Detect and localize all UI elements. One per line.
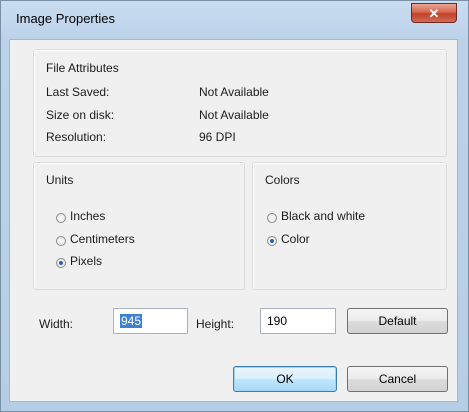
last-saved-label: Last Saved:: [46, 85, 110, 99]
units-heading: Units: [46, 173, 74, 187]
width-input[interactable]: 945: [113, 308, 188, 334]
title-bar[interactable]: Image Properties ✕: [1, 1, 468, 39]
file-attributes-group: File Attributes Last Saved: Not Availabl…: [33, 49, 447, 157]
size-on-disk-label: Size on disk:: [46, 108, 115, 122]
color-radio[interactable]: [267, 236, 277, 246]
centimeters-label[interactable]: Centimeters: [70, 232, 135, 246]
close-icon: ✕: [428, 6, 440, 21]
centimeters-radio[interactable]: [56, 236, 66, 246]
resolution-value: 96 DPI: [199, 130, 236, 144]
resolution-label: Resolution:: [46, 130, 107, 144]
width-label: Width:: [39, 317, 74, 331]
pixels-label[interactable]: Pixels: [70, 254, 102, 268]
height-label: Height:: [196, 317, 235, 331]
height-value: 190: [267, 314, 288, 328]
ok-button[interactable]: OK: [233, 366, 337, 392]
width-value: 945: [120, 314, 143, 328]
inches-label[interactable]: Inches: [70, 209, 105, 223]
colors-group: Colors Black and white Color: [252, 162, 447, 290]
dialog-title: Image Properties: [16, 11, 115, 26]
black-white-label[interactable]: Black and white: [281, 209, 365, 223]
last-saved-value: Not Available: [199, 85, 269, 99]
image-properties-dialog: Image Properties ✕ File Attributes Last …: [0, 0, 469, 412]
height-input[interactable]: 190: [260, 308, 336, 334]
dialog-body: File Attributes Last Saved: Not Availabl…: [9, 39, 458, 402]
units-group: Units Inches Centimeters Pixels: [33, 162, 245, 290]
color-label[interactable]: Color: [281, 232, 310, 246]
black-white-radio[interactable]: [267, 213, 277, 223]
file-attributes-heading: File Attributes: [46, 61, 119, 75]
cancel-button[interactable]: Cancel: [347, 366, 448, 392]
pixels-radio[interactable]: [56, 258, 66, 268]
default-button[interactable]: Default: [347, 308, 448, 334]
colors-heading: Colors: [265, 173, 300, 187]
size-on-disk-value: Not Available: [199, 108, 269, 122]
close-button[interactable]: ✕: [411, 3, 457, 23]
inches-radio[interactable]: [56, 213, 66, 223]
